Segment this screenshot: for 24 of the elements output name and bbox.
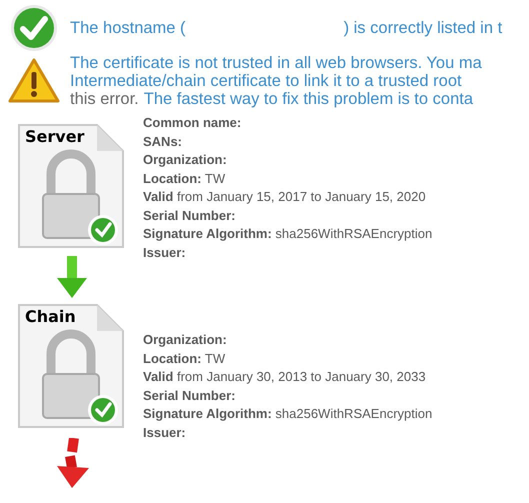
message-text: The hostname (: [70, 19, 186, 37]
certificate-detail: Location: TW: [143, 170, 226, 188]
certificate-detail: SANs:: [143, 132, 184, 150]
check-circle-icon: [10, 4, 58, 52]
certificate-detail: Valid from January 30, 2013 to January 30, 2033: [143, 368, 427, 386]
message-text: ) is correctly listed in t: [344, 19, 502, 37]
certificate-detail: Signature Algorithm: sha256WithRSAEncryption: [143, 405, 432, 423]
certificate-detail: Issuer:: [143, 244, 187, 262]
certificate-detail: Signature Algorithm: sha256WithRSAEncryption: [143, 225, 432, 243]
warning-icon: [8, 58, 60, 104]
certificate-detail: Valid from January 15, 2017 to January 15, 2020: [143, 188, 427, 206]
certificate-detail: Organization:: [143, 151, 228, 169]
certificate-detail: Issuer:: [143, 424, 187, 442]
certificate-detail: Organization:: [143, 331, 228, 349]
message-text: this error.: [70, 90, 139, 108]
certificate-detail: Location: TW: [143, 350, 226, 368]
certificate-detail: Serial Number:: [143, 206, 236, 224]
certificate-detail: Common name:: [143, 114, 242, 132]
message-text: Intermediate/chain certificate to link it to a trusted root: [70, 72, 462, 90]
message-text: The fastest way to fix this problem is to conta: [144, 90, 474, 108]
certificate-detail: Serial Number:: [143, 386, 236, 404]
certificate-label: Chain: [25, 309, 76, 325]
certificate-label: Server: [25, 129, 84, 145]
message-text: The certificate is not trusted in all web browsers. You ma: [70, 54, 482, 72]
